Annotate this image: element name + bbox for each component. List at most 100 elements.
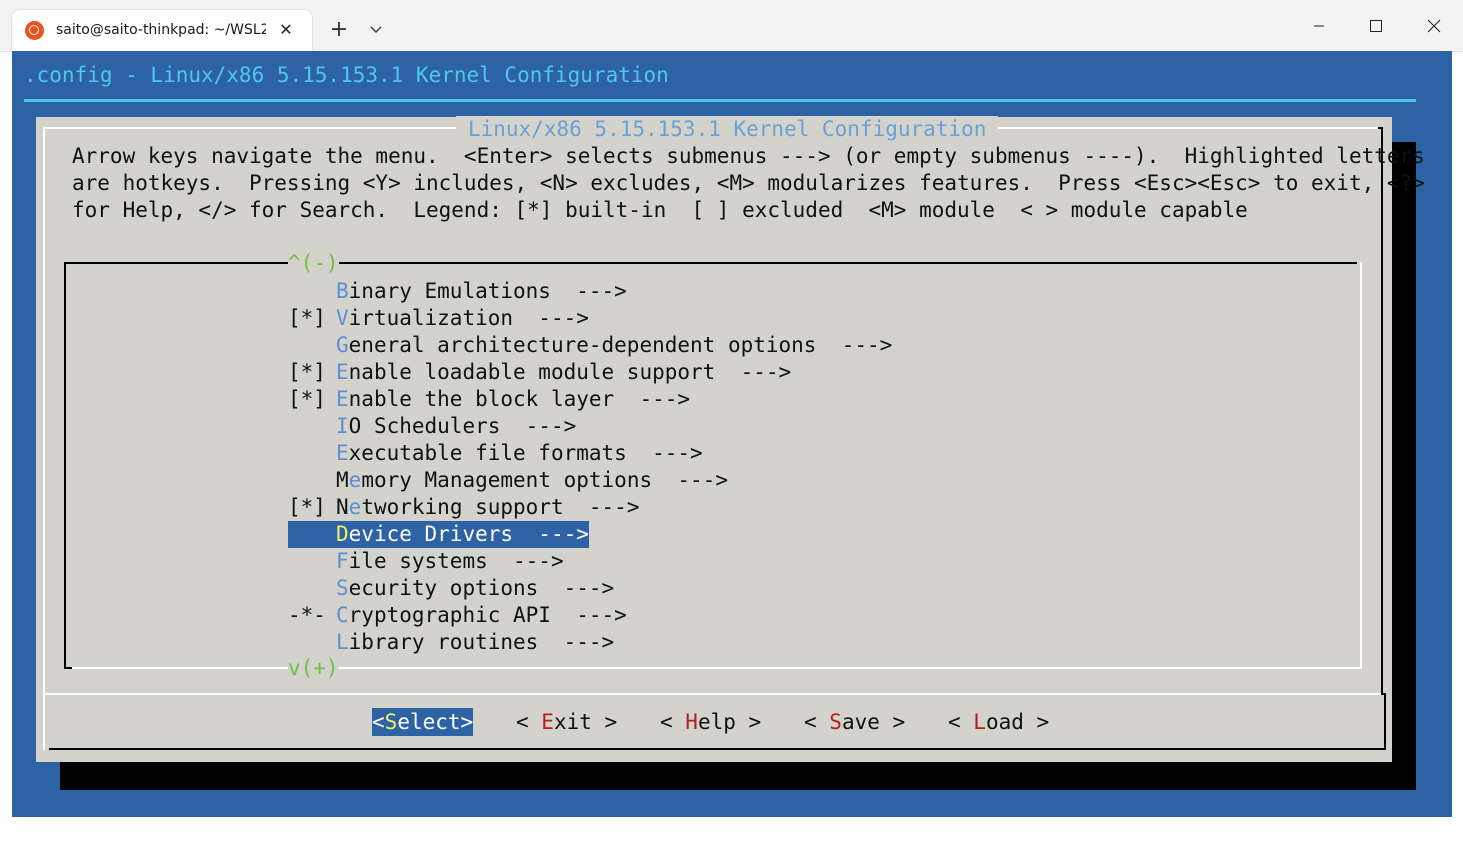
menu-item[interactable]: -*- Cryptographic API ---> bbox=[288, 602, 627, 629]
dialog-button[interactable]: < Exit > bbox=[516, 708, 617, 736]
dialog-separator bbox=[43, 693, 1381, 695]
close-window-button[interactable] bbox=[1405, 0, 1463, 51]
menu-item-label: O Schedulers ---> bbox=[348, 414, 577, 438]
menu-item-hotkey: E bbox=[336, 387, 349, 411]
help-line: for Help, </> for Search. Legend: [*] bu… bbox=[72, 198, 1248, 222]
maximize-icon bbox=[1370, 19, 1382, 32]
minimize-icon bbox=[1314, 25, 1324, 26]
dialog-button[interactable]: < Help > bbox=[660, 708, 761, 736]
button-label: < bbox=[516, 710, 542, 734]
menu-box-right bbox=[1360, 262, 1362, 669]
button-label: < bbox=[948, 710, 974, 734]
menu-item-hotkey: C bbox=[336, 603, 349, 627]
menu-item-hotkey: E bbox=[336, 441, 349, 465]
menu-item-marker: [*] bbox=[288, 360, 326, 384]
menu-item[interactable]: General architecture-dependent options -… bbox=[288, 332, 892, 359]
dialog-button[interactable]: < Save > bbox=[804, 708, 905, 736]
help-line: are hotkeys. Pressing <Y> includes, <N> … bbox=[72, 171, 1425, 195]
dialog-button[interactable]: <Select> bbox=[372, 708, 474, 736]
close-icon bbox=[1427, 19, 1441, 32]
button-label: oad > bbox=[985, 710, 1050, 734]
button-hotkey: S bbox=[384, 710, 398, 734]
menu-item[interactable]: IO Schedulers ---> bbox=[288, 413, 576, 440]
menu-item-label: xecutable file formats ---> bbox=[348, 441, 703, 465]
maximize-button[interactable] bbox=[1347, 0, 1405, 51]
menu-item-hotkey: e bbox=[348, 495, 362, 519]
tab-close-button[interactable]: ✕ bbox=[276, 18, 296, 42]
scroll-up-indicator: ^(-) bbox=[288, 250, 339, 276]
menu-item-label: ryptographic API ---> bbox=[348, 603, 627, 627]
button-label: xit > bbox=[553, 710, 618, 734]
menu-box-left bbox=[64, 262, 66, 669]
button-label: < bbox=[804, 710, 830, 734]
menu-item[interactable]: [*] Enable the block layer ---> bbox=[288, 386, 690, 413]
dialog-title: Linux/x86 5.15.153.1 Kernel Configuratio… bbox=[456, 116, 999, 142]
menu-item[interactable]: [*] Networking support ---> bbox=[288, 494, 639, 521]
menu-item-hotkey: V bbox=[336, 306, 349, 330]
button-label: < bbox=[660, 710, 686, 734]
menu-item-label: ibrary routines ---> bbox=[348, 630, 615, 654]
button-label: ave > bbox=[841, 710, 906, 734]
menu-item[interactable]: Library routines ---> bbox=[288, 629, 614, 656]
menu-item[interactable]: File systems ---> bbox=[288, 548, 564, 575]
menu-item-hotkey: e bbox=[348, 468, 362, 492]
menu-item-label: mory Management options ---> bbox=[361, 468, 728, 492]
buttonbar-border-right bbox=[1384, 695, 1386, 750]
menu-item[interactable]: Executable file formats ---> bbox=[288, 440, 703, 467]
buttonbar-border-left bbox=[43, 695, 45, 750]
button-label: elp > bbox=[697, 710, 762, 734]
ubuntu-logo-icon bbox=[25, 21, 44, 40]
help-text: Arrow keys navigate the menu. <Enter> se… bbox=[72, 143, 1425, 224]
new-tab-button[interactable]: + bbox=[326, 17, 352, 43]
tab-title: saito@saito-thinkpad: ~/WSL2 bbox=[56, 22, 266, 38]
menu-item-marker: [*] bbox=[288, 306, 326, 330]
menu-box-top bbox=[64, 262, 1357, 264]
menu-item-label: nable loadable module support ---> bbox=[348, 360, 792, 384]
chevron-down-icon bbox=[370, 26, 382, 33]
menu-item-label: eneral architecture-dependent options --… bbox=[348, 333, 893, 357]
dialog-border-left bbox=[43, 127, 45, 694]
terminal-tab[interactable]: saito@saito-thinkpad: ~/WSL2 ✕ bbox=[12, 10, 312, 51]
menu-item[interactable]: [*] Virtualization ---> bbox=[288, 305, 589, 332]
menu-item-marker: [*] bbox=[288, 387, 326, 411]
menu-item[interactable]: Memory Management options ---> bbox=[288, 467, 728, 494]
menu-item-hotkey: S bbox=[336, 576, 349, 600]
menu-item-hotkey: B bbox=[336, 279, 349, 303]
menu-item-hotkey: G bbox=[336, 333, 349, 357]
menu-item-hotkey: L bbox=[336, 630, 349, 654]
menu-item[interactable]: Security options ---> bbox=[288, 575, 614, 602]
menu-item-label: ile systems ---> bbox=[348, 549, 564, 573]
minimize-button[interactable] bbox=[1290, 0, 1348, 51]
title-bar: saito@saito-thinkpad: ~/WSL2 ✕ + bbox=[0, 0, 1463, 52]
menu-item-label: evice Drivers ---> bbox=[348, 522, 589, 546]
button-label: elect> bbox=[397, 710, 474, 734]
menu-item-hotkey: E bbox=[336, 360, 349, 384]
button-label: < bbox=[372, 710, 385, 734]
dialog-border-bottom bbox=[49, 748, 1386, 750]
button-hotkey: H bbox=[685, 710, 698, 734]
backtitle: .config - Linux/x86 5.15.153.1 Kernel Co… bbox=[24, 63, 669, 87]
button-hotkey: L bbox=[973, 710, 986, 734]
menu-item-label: M bbox=[336, 468, 349, 492]
dialog-border-corner bbox=[1378, 127, 1383, 129]
menu-item-marker: -*- bbox=[288, 603, 326, 627]
menu-item[interactable]: [*] Enable loadable module support ---> bbox=[288, 359, 791, 386]
menu-item[interactable]: Binary Emulations ---> bbox=[288, 278, 627, 305]
button-hotkey: E bbox=[541, 710, 554, 734]
window-bottom-edge bbox=[0, 817, 1463, 841]
dialog-border-right bbox=[1381, 127, 1383, 694]
menu-item-label: ecurity options ---> bbox=[348, 576, 615, 600]
backtitle-rule bbox=[24, 99, 1416, 102]
menu-item-label: inary Emulations ---> bbox=[348, 279, 627, 303]
menu-item-label: tworking support ---> bbox=[361, 495, 640, 519]
menu-item-label: irtualization ---> bbox=[348, 306, 589, 330]
tab-dropdown-button[interactable] bbox=[364, 18, 388, 42]
menu-item-hotkey: D bbox=[336, 522, 349, 546]
menu-box-bottom-left bbox=[64, 667, 72, 669]
button-hotkey: S bbox=[829, 710, 842, 734]
menu-item-hotkey: I bbox=[336, 414, 349, 438]
menu-item[interactable]: Device Drivers ---> bbox=[288, 521, 589, 548]
dialog-button[interactable]: < Load > bbox=[948, 708, 1049, 736]
menu-box-bottom bbox=[72, 667, 1362, 669]
menu-item-hotkey: F bbox=[336, 549, 349, 573]
